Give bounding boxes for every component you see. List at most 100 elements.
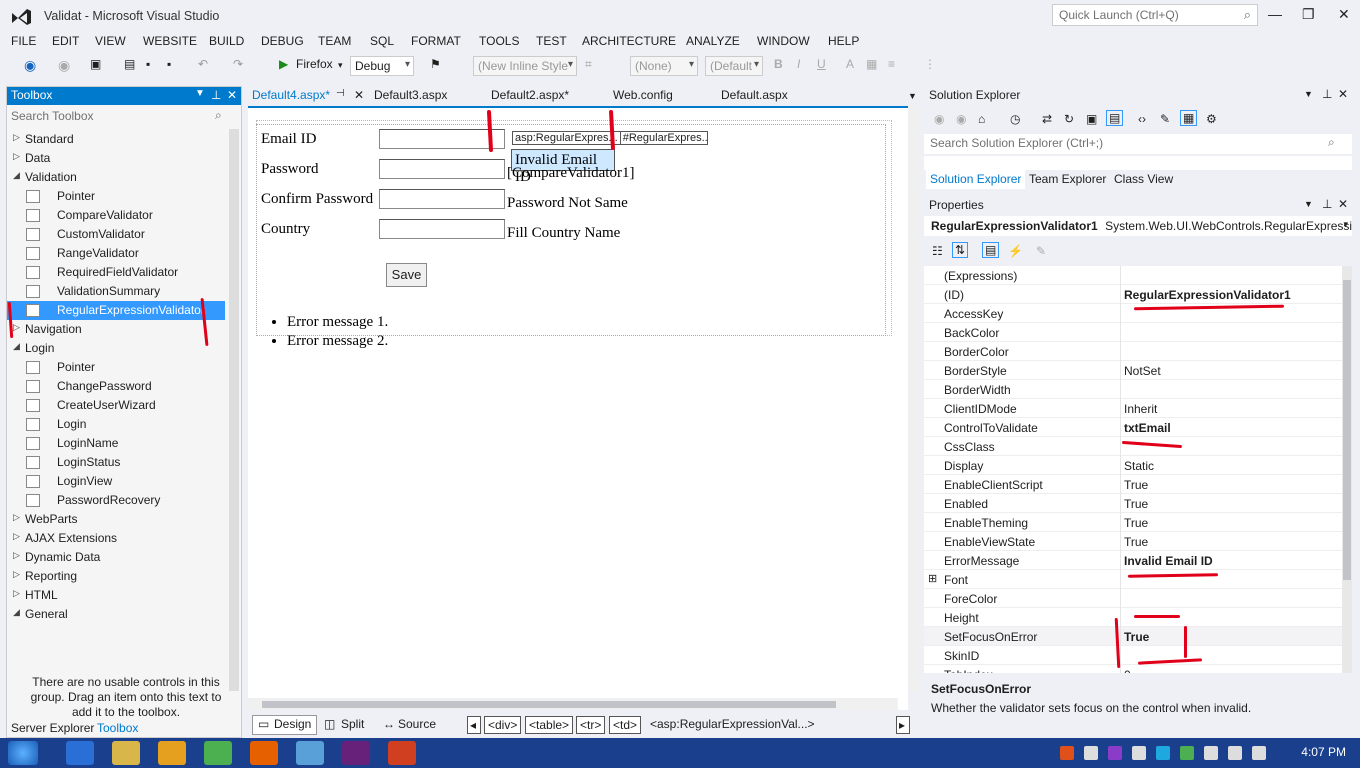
menu-tools[interactable]: TOOLS	[479, 33, 519, 49]
tray-icon[interactable]	[1060, 746, 1074, 760]
collapsed-arrow-icon[interactable]: ▷	[13, 550, 20, 561]
forward-icon[interactable]: ◉	[956, 112, 966, 126]
new-project-icon[interactable]: ▣	[90, 57, 101, 75]
tray-icon[interactable]	[1132, 746, 1146, 760]
property-value[interactable]: True	[1124, 630, 1149, 644]
design-surface[interactable]: Email ID Password Confirm Password Count…	[248, 106, 908, 710]
breadcrumb-table[interactable]: <table>	[525, 716, 574, 734]
list-icon[interactable]: ⋮	[924, 57, 936, 75]
internet-explorer-icon[interactable]	[66, 741, 94, 765]
tray-icon[interactable]	[1084, 746, 1098, 760]
property-row[interactable]: Height	[924, 608, 1342, 627]
compare-validator[interactable]: [CompareValidator1]	[507, 165, 634, 182]
toolbox-category[interactable]: ▷ Reporting	[7, 567, 225, 586]
toolbox-item[interactable]: Pointer	[7, 187, 225, 206]
property-value[interactable]: Inherit	[1124, 402, 1157, 416]
open-file-icon[interactable]: ▤	[124, 57, 135, 75]
browser-select[interactable]: Firefox	[296, 57, 333, 75]
close-icon[interactable]: ✕	[1338, 197, 1348, 211]
toolbox-item[interactable]: ChangePassword	[7, 377, 225, 396]
property-value[interactable]: 0	[1124, 668, 1131, 673]
toolbox-category[interactable]: ▷ WebParts	[7, 510, 225, 529]
toolbox-item[interactable]: CustomValidator	[7, 225, 225, 244]
visual-studio-taskbar-icon[interactable]	[342, 741, 370, 765]
menu-test[interactable]: TEST	[536, 33, 567, 49]
chevron-down-icon[interactable]: ▾	[338, 60, 343, 78]
home-icon[interactable]: ⌂	[978, 112, 985, 126]
property-row[interactable]: EnableClientScript True	[924, 475, 1342, 494]
menu-website[interactable]: WEBSITE	[143, 33, 197, 49]
expanded-arrow-icon[interactable]: ◢	[13, 607, 20, 618]
property-row[interactable]: CssClass	[924, 437, 1342, 456]
property-row[interactable]: SetFocusOnError True	[924, 627, 1342, 646]
breadcrumb-tr[interactable]: <tr>	[576, 716, 606, 734]
redo-icon[interactable]: ↷	[233, 57, 243, 75]
properties-object-select[interactable]: RegularExpressionValidator1 System.Web.U…	[924, 216, 1352, 236]
property-row[interactable]: (Expressions)	[924, 266, 1342, 285]
underline-button[interactable]: U	[817, 57, 826, 75]
forward-icon[interactable]: ◉	[58, 57, 70, 75]
collapsed-arrow-icon[interactable]: ▷	[13, 132, 20, 143]
tab-default[interactable]: Default.aspx	[721, 88, 788, 102]
toolbox-category[interactable]: ◢ General	[7, 605, 225, 624]
undo-icon[interactable]: ↶	[198, 57, 208, 75]
breadcrumb-current[interactable]: <asp:RegularExpressionVal...>	[650, 717, 815, 731]
toolbox-item[interactable]: RegularExpressionValidator	[7, 301, 225, 320]
solution-tree[interactable]	[924, 156, 1352, 170]
email-textbox[interactable]	[379, 129, 505, 149]
network-icon[interactable]	[1228, 746, 1242, 760]
style-app-icon[interactable]: ⌗	[585, 57, 592, 75]
property-value[interactable]: NotSet	[1124, 364, 1161, 378]
toolbox-category[interactable]: ▷ Data	[7, 149, 225, 168]
tab-server-explorer[interactable]: Server Explorer	[11, 721, 94, 735]
property-value[interactable]: Static	[1124, 459, 1154, 473]
toolbox-item[interactable]: RequiredFieldValidator	[7, 263, 225, 282]
solution-search-input[interactable]: Search Solution Explorer (Ctrl+;) ⌕	[924, 134, 1352, 154]
crumb-next-icon[interactable]: ▸	[896, 716, 910, 734]
toolbox-item[interactable]: RangeValidator	[7, 244, 225, 263]
tray-icon[interactable]	[1156, 746, 1170, 760]
validation-summary[interactable]: Error message 1. Error message 2.	[287, 313, 388, 351]
sync-icon[interactable]: ⇄	[1042, 112, 1052, 126]
tab-web-config[interactable]: Web.config	[613, 88, 673, 102]
property-value[interactable]: True	[1124, 478, 1148, 492]
property-row[interactable]: TabIndex 0	[924, 665, 1342, 673]
toolbox-search-input[interactable]: Search Toolbox ⌕	[7, 107, 231, 127]
property-row[interactable]: ForeColor	[924, 589, 1342, 608]
property-row[interactable]: SkinID	[924, 646, 1342, 665]
scrollbar-thumb[interactable]	[262, 701, 836, 708]
tab-class-view[interactable]: Class View	[1110, 170, 1177, 189]
editor-horizontal-scrollbar[interactable]	[248, 698, 898, 710]
configuration-select[interactable]: Debug	[350, 56, 414, 76]
split-view-button[interactable]: Split	[341, 717, 364, 731]
property-row[interactable]: BorderColor	[924, 342, 1342, 361]
property-row[interactable]: EnableViewState True	[924, 532, 1342, 551]
breadcrumb-div[interactable]: <div>	[484, 716, 522, 734]
design-view-button[interactable]: Design	[274, 717, 311, 731]
tab-default3[interactable]: Default3.aspx	[374, 88, 447, 102]
app-taskbar-icon[interactable]	[388, 741, 416, 765]
property-value[interactable]: txtEmail	[1124, 421, 1171, 435]
password-textbox[interactable]	[379, 159, 505, 179]
toolbox-item[interactable]: Login	[7, 415, 225, 434]
property-row[interactable]: BorderStyle NotSet	[924, 361, 1342, 380]
categorized-icon[interactable]: ☷	[932, 244, 943, 258]
menu-view[interactable]: VIEW	[95, 33, 126, 49]
expanded-arrow-icon[interactable]: ◢	[13, 341, 20, 352]
source-view-button[interactable]: Source	[398, 717, 436, 731]
toolbox-category[interactable]: ▷ Dynamic Data	[7, 548, 225, 567]
show-all-files-icon[interactable]: ▤	[1106, 110, 1124, 126]
bold-button[interactable]: B	[774, 57, 783, 75]
tab-toolbox[interactable]: Toolbox	[97, 721, 138, 735]
firefox-icon[interactable]	[250, 741, 278, 765]
menu-file[interactable]: FILE	[11, 33, 36, 49]
collapse-icon[interactable]: ▣	[1086, 112, 1097, 126]
breadcrumb-td[interactable]: <td>	[609, 716, 642, 734]
toolbox-category[interactable]: ◢ Validation	[7, 168, 225, 187]
minimize-button[interactable]: —	[1268, 6, 1282, 22]
menu-analyze[interactable]: ANALYZE	[686, 33, 740, 49]
view-code-icon[interactable]: ‹›	[1138, 112, 1146, 126]
expand-icon[interactable]: ⊞	[928, 572, 937, 585]
property-row[interactable]: Display Static	[924, 456, 1342, 475]
property-grid-scrollbar[interactable]	[1342, 266, 1352, 673]
